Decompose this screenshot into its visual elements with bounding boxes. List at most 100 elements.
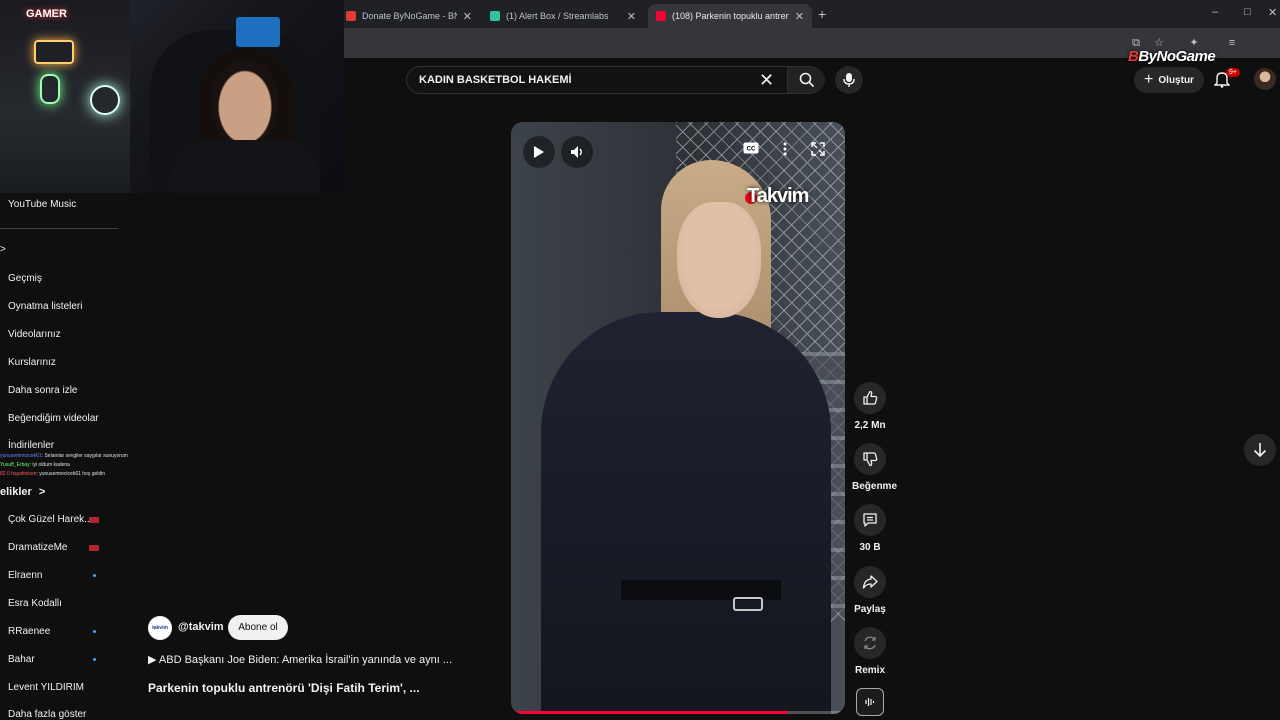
browser-tab-active[interactable]: (108) Parkenin topuklu antrenö ✕ <box>648 4 812 28</box>
video-watermark: Takvim <box>747 185 809 207</box>
minimize-button[interactable]: – <box>1212 6 1218 18</box>
like-count: 2,2 Mn <box>854 420 886 431</box>
media-control-icon[interactable]: ≡ <box>1226 37 1238 49</box>
comment-icon <box>863 513 877 527</box>
sidebar-subscription[interactable]: Çok Güzel Harek... <box>8 514 92 525</box>
video-title[interactable]: Parkenin topuklu antrenörü 'Dişi Fatih T… <box>148 681 420 695</box>
browser-tab[interactable]: (1) Alert Box / Streamlabs ✕ <box>482 4 644 28</box>
search-icon <box>799 72 814 88</box>
video-frame-buckle <box>733 597 763 611</box>
sidebar-item-downloads[interactable]: İndirilenler <box>8 440 54 451</box>
sidebar-item-liked-videos[interactable]: Beğendiğim videolar <box>8 413 99 424</box>
tab-close-icon[interactable]: ✕ <box>795 10 804 23</box>
tab-title: Donate ByNoGame - BNG Strea <box>362 11 457 21</box>
chat-message: yunusemrecicek61: Selamlar sevgiler sayg… <box>0 453 128 459</box>
sidebar-item-watch-later[interactable]: Daha sonra izle <box>8 385 77 396</box>
maximize-button[interactable]: □ <box>1244 6 1251 18</box>
search-input[interactable]: KADIN BASKETBOL HAKEMİ <box>419 74 572 86</box>
remix-button[interactable] <box>854 627 886 659</box>
create-button[interactable]: + Oluştur <box>1134 67 1204 93</box>
sidebar-item-your-videos[interactable]: Videolarınız <box>8 329 61 340</box>
clear-search-icon[interactable]: ✕ <box>759 70 774 90</box>
share-action[interactable]: Paylaş <box>852 566 888 615</box>
plus-icon: + <box>1144 71 1154 88</box>
stream-chat-overlay: yunusemrecicek61: Selamlar sevgiler sayg… <box>0 452 128 479</box>
sidebar-item-history[interactable]: Geçmiş <box>8 273 42 284</box>
video-progress-bar[interactable] <box>511 711 845 714</box>
more-options-button[interactable] <box>783 142 787 156</box>
audio-track-button[interactable] <box>856 688 884 716</box>
sidebar-show-more[interactable]: Daha fazla göster <box>8 709 86 720</box>
bynogame-logo: BByNoGame <box>1128 48 1216 65</box>
sidebar-subscription[interactable]: RRaenee <box>8 626 50 637</box>
screen: Donate ByNoGame - BNG Strea ✕ (1) Alert … <box>0 0 1280 720</box>
new-content-dot-icon <box>93 574 96 577</box>
like-button[interactable] <box>854 382 886 414</box>
sidebar-subscription[interactable]: Bahar <box>8 654 35 665</box>
subscribe-button[interactable]: Abone ol <box>228 615 288 640</box>
next-video-button[interactable] <box>1244 434 1276 466</box>
play-icon <box>534 146 544 158</box>
thumbs-down-icon <box>863 452 878 467</box>
valorant-poster <box>236 17 280 47</box>
search-box[interactable]: KADIN BASKETBOL HAKEMİ ✕ <box>406 66 825 94</box>
live-indicator-icon <box>89 545 99 551</box>
webcam-overlay: GAMER <box>0 0 344 193</box>
sidebar-subscription[interactable]: Esra Kodallı <box>8 598 62 609</box>
chat-message: 82 0 hayatinisen: yunusemrecicek61 hoş g… <box>0 471 106 477</box>
chat-message: Yusuff_Erbay: iyi oldum kadena <box>0 462 70 468</box>
audio-action[interactable] <box>852 688 888 716</box>
thumbs-up-icon <box>863 390 878 405</box>
arrow-down-icon <box>1253 443 1267 458</box>
search-button[interactable] <box>787 67 825 93</box>
like-action[interactable]: 2,2 Mn <box>852 382 888 431</box>
comment-count: 30 B <box>859 542 881 553</box>
live-indicator-icon <box>89 517 99 523</box>
close-window-button[interactable]: ✕ <box>1268 6 1277 19</box>
share-button[interactable] <box>854 566 886 598</box>
new-content-dot-icon <box>93 658 96 661</box>
neon-cactus-decoration <box>40 74 60 104</box>
voice-search-button[interactable] <box>835 66 863 94</box>
video-frame-person-body <box>541 312 831 714</box>
chevron-right-icon[interactable]: > <box>0 244 6 255</box>
dislike-action[interactable]: Beğenme <box>852 443 897 492</box>
sidebar-divider <box>0 228 118 229</box>
subscriptions-heading[interactable]: elikler > <box>0 486 45 498</box>
sidebar-item-courses[interactable]: Kurslarınız <box>8 357 56 368</box>
tab-close-icon[interactable]: ✕ <box>463 10 472 23</box>
share-label: Paylaş <box>854 604 886 615</box>
new-content-dot-icon <box>93 630 96 633</box>
sidebar-item-playlists[interactable]: Oynatma listeleri <box>8 301 82 312</box>
volume-button[interactable] <box>561 136 593 168</box>
dislike-button[interactable] <box>854 443 886 475</box>
video-progress-fill <box>511 711 789 714</box>
sidebar-item-youtube-music[interactable]: YouTube Music <box>8 199 76 210</box>
sidebar-subscription[interactable]: Elraenn <box>8 570 42 581</box>
comments-action[interactable]: 30 B <box>852 504 888 553</box>
streamer-face <box>212 62 278 144</box>
captions-icon: CC <box>743 142 759 154</box>
channel-avatar[interactable]: takvim <box>148 616 172 640</box>
tab-favicon-icon <box>656 11 666 21</box>
captions-button[interactable]: CC <box>743 142 759 154</box>
new-tab-button[interactable]: + <box>818 6 826 22</box>
tab-favicon-icon <box>346 11 356 21</box>
notification-badge: 9+ <box>1226 68 1240 77</box>
comments-button[interactable] <box>854 504 886 536</box>
channel-handle[interactable]: @takvim <box>178 621 224 633</box>
remix-action[interactable]: Remix <box>852 627 888 676</box>
svg-text:CC: CC <box>747 147 756 153</box>
chevron-right-icon: > <box>38 486 46 498</box>
tab-close-icon[interactable]: ✕ <box>627 10 636 23</box>
sidebar-subscription[interactable]: DramatizeMe <box>8 542 67 553</box>
tab-title: (108) Parkenin topuklu antrenö <box>672 11 789 21</box>
linked-video-link[interactable]: ▶ ABD Başkanı Joe Biden: Amerika İsrail'… <box>148 653 452 666</box>
browser-tab[interactable]: Donate ByNoGame - BNG Strea ✕ <box>338 4 480 28</box>
remix-icon <box>864 636 876 650</box>
shorts-video-player[interactable]: Takvim CC <box>511 122 845 714</box>
account-avatar[interactable] <box>1254 68 1276 90</box>
fullscreen-button[interactable] <box>811 142 825 156</box>
sidebar-subscription[interactable]: Levent YILDIRIM <box>8 682 84 693</box>
play-button[interactable] <box>523 136 555 168</box>
